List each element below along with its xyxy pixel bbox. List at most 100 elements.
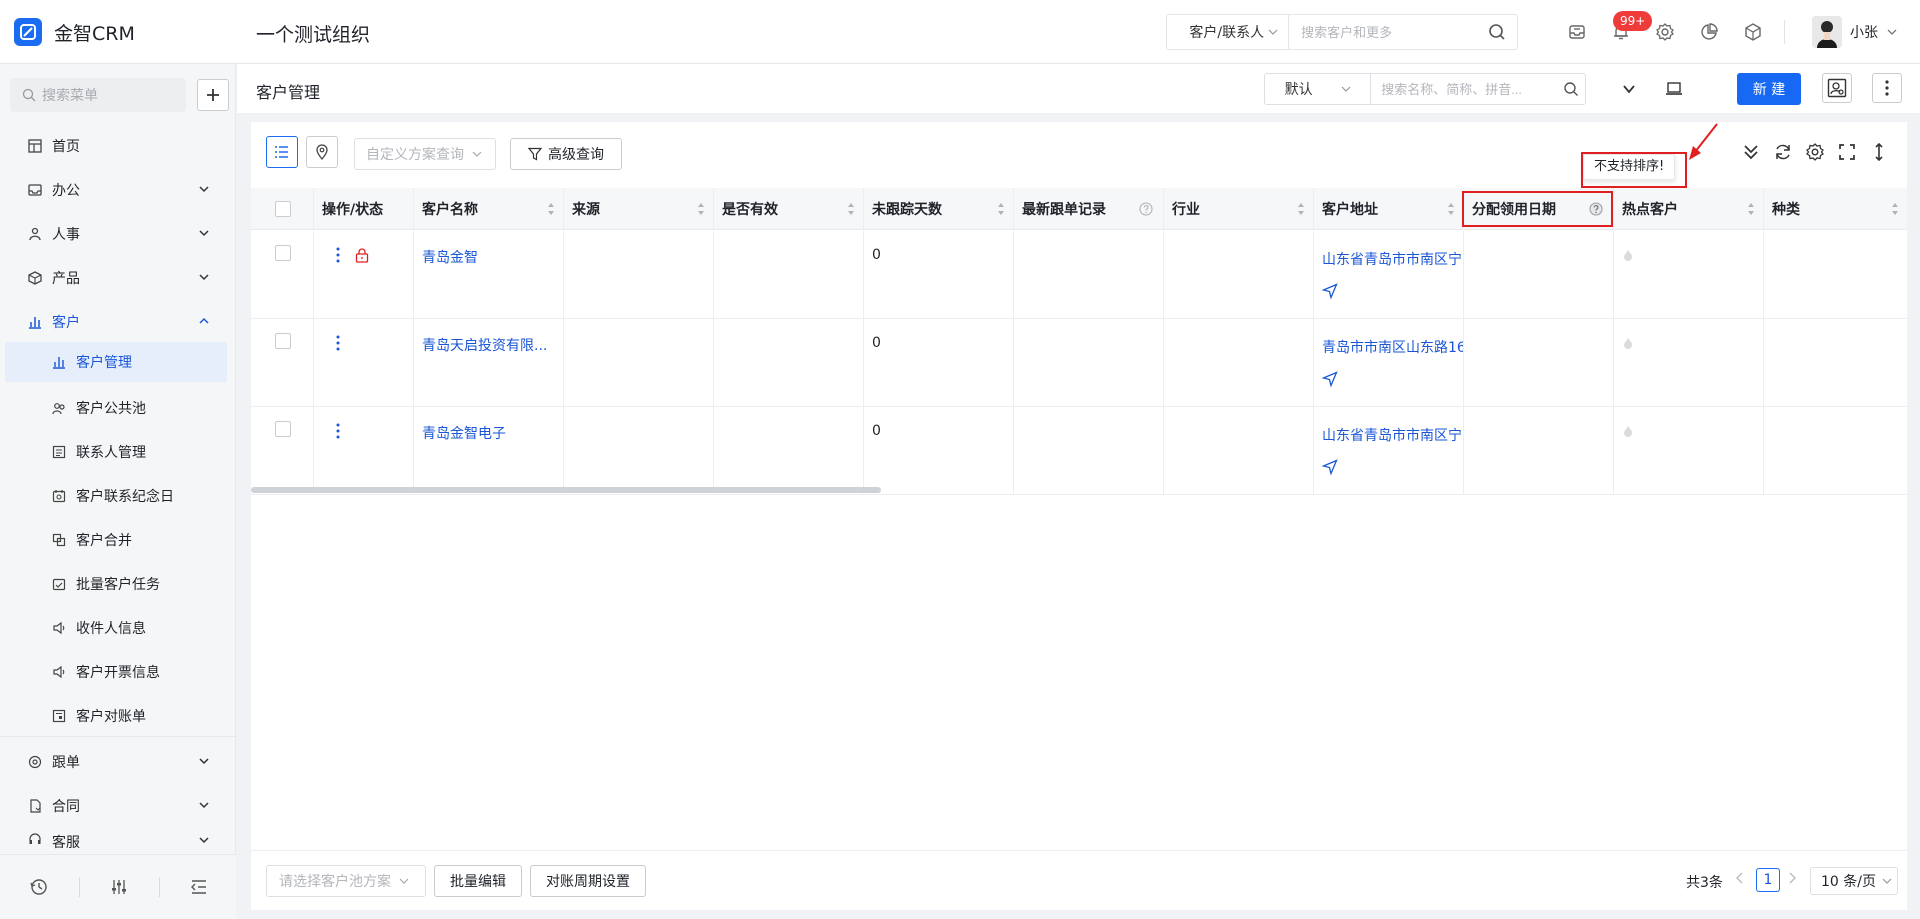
flame-icon[interactable] <box>1622 249 1634 261</box>
sort-icon[interactable] <box>1891 202 1899 216</box>
sidebar-item-merge[interactable]: 客户合并 <box>0 518 236 562</box>
send-location-icon[interactable] <box>1322 283 1338 299</box>
sidebar-item-batch-task[interactable]: 批量客户任务 <box>0 562 236 606</box>
refresh-icon[interactable] <box>1773 142 1793 162</box>
sort-icon[interactable] <box>1297 202 1305 216</box>
sidebar-item-office[interactable]: 办公 <box>0 168 236 212</box>
sliders-icon[interactable] <box>109 877 129 897</box>
list-view-button[interactable] <box>266 136 298 168</box>
send-location-icon[interactable] <box>1322 459 1338 475</box>
search-icon[interactable] <box>1557 74 1585 104</box>
sidebar-item-contacts[interactable]: 联系人管理 <box>0 430 236 474</box>
monitor-icon[interactable] <box>1665 80 1683 98</box>
add-menu-button[interactable] <box>197 79 229 111</box>
map-view-button[interactable] <box>306 136 338 168</box>
view-select[interactable]: 默认 <box>1265 74 1372 104</box>
top-bar: 金智CRM 一个测试组织 客户/联系人 99+ 小张 <box>0 0 1920 64</box>
user-search-button[interactable] <box>1822 73 1852 103</box>
address-link[interactable]: 山东省青岛市市南区宁 <box>1322 425 1462 445</box>
sort-icon[interactable] <box>1447 202 1455 216</box>
sort-icon[interactable] <box>1747 202 1755 216</box>
column-header-customer-name[interactable]: 客户名称 <box>414 188 564 230</box>
horizontal-scrollbar[interactable] <box>251 487 881 493</box>
history-icon[interactable] <box>29 877 49 897</box>
untracked-days-value: 0 <box>872 423 881 439</box>
sidebar-item-product[interactable]: 产品 <box>0 256 236 300</box>
search-icon[interactable] <box>1477 15 1517 49</box>
sidebar-item-customer-management[interactable]: 客户管理 <box>5 342 227 382</box>
new-button[interactable]: 新 建 <box>1737 73 1801 105</box>
customer-name-link[interactable]: 青岛金智电子 <box>422 423 506 443</box>
sort-icon[interactable] <box>547 202 555 216</box>
address-link[interactable]: 山东省青岛市市南区宁 <box>1322 249 1462 269</box>
page-number-current[interactable]: 1 <box>1756 868 1780 892</box>
sidebar-item-invoice[interactable]: 客户开票信息 <box>0 650 236 694</box>
column-header-latest-followup[interactable]: 最新跟单记录 <box>1014 188 1164 230</box>
column-settings-icon[interactable] <box>1805 142 1825 162</box>
collapse-all-icon[interactable] <box>1741 142 1761 162</box>
collapse-menu-icon[interactable] <box>189 877 209 897</box>
sidebar-item-service[interactable]: 客服 <box>0 828 236 854</box>
next-page-icon[interactable] <box>1788 871 1798 885</box>
customer-name-link[interactable]: 青岛金智 <box>422 247 478 267</box>
column-header-valid[interactable]: 是否有效 <box>714 188 864 230</box>
page-size-select[interactable]: 10 条/页 <box>1810 867 1898 895</box>
period-settings-button[interactable]: 对账周期设置 <box>530 865 646 897</box>
sidebar-item-recipients[interactable]: 收件人信息 <box>0 606 236 650</box>
row-checkbox[interactable] <box>275 245 291 261</box>
more-vertical-icon[interactable] <box>336 335 340 351</box>
row-checkbox[interactable] <box>275 421 291 437</box>
sidebar-item-customer-pool[interactable]: 客户公共池 <box>0 386 236 430</box>
prev-page-icon[interactable] <box>1734 871 1744 885</box>
customer-search-input[interactable] <box>1371 74 1558 104</box>
sort-icon[interactable] <box>697 202 705 216</box>
help-icon[interactable] <box>1139 202 1153 216</box>
select-all-checkbox[interactable] <box>275 201 291 217</box>
row-checkbox[interactable] <box>275 333 291 349</box>
settings-icon[interactable] <box>1655 22 1675 42</box>
sort-icon[interactable] <box>847 202 855 216</box>
table-row[interactable]: 青岛金智电子 0 山东省青岛市市南区宁 <box>251 407 1907 495</box>
pie-chart-icon[interactable] <box>1699 22 1719 42</box>
brand[interactable]: 金智CRM <box>14 18 135 46</box>
column-header-category[interactable]: 种类 <box>1764 188 1907 230</box>
menu-search-input[interactable] <box>42 87 182 103</box>
sidebar-item-hr[interactable]: 人事 <box>0 212 236 256</box>
table-row[interactable]: 青岛天启投资有限... 0 青岛市市南区山东路16 <box>251 319 1907 407</box>
sidebar-item-home[interactable]: 首页 <box>0 124 236 168</box>
column-header-industry[interactable]: 行业 <box>1164 188 1314 230</box>
fullscreen-icon[interactable] <box>1837 142 1857 162</box>
cube-icon[interactable] <box>1743 22 1763 42</box>
more-vertical-icon[interactable] <box>336 423 340 439</box>
inbox-icon[interactable] <box>1567 22 1587 42</box>
document-icon <box>28 799 42 813</box>
address-link[interactable]: 青岛市市南区山东路16 <box>1322 337 1463 357</box>
send-location-icon[interactable] <box>1322 371 1338 387</box>
column-header-hot-customer[interactable]: 热点客户 <box>1614 188 1764 230</box>
sidebar-item-anniversary[interactable]: 客户联系纪念日 <box>0 474 236 518</box>
sidebar-item-followup[interactable]: 跟单 <box>0 740 236 784</box>
search-scope-select[interactable]: 客户/联系人 <box>1167 15 1290 49</box>
customer-pool-select[interactable]: 请选择客户池方案 <box>266 865 426 897</box>
batch-edit-button[interactable]: 批量编辑 <box>434 865 522 897</box>
custom-scheme-select[interactable]: 自定义方案查询 <box>354 138 496 170</box>
sidebar-item-contract[interactable]: 合同 <box>0 784 236 828</box>
user-menu[interactable]: 小张 <box>1812 16 1898 48</box>
more-vertical-icon[interactable] <box>336 247 340 263</box>
customer-name-link[interactable]: 青岛天启投资有限... <box>422 335 547 355</box>
table-row[interactable]: 青岛金智 0 山东省青岛市市南区宁 <box>251 231 1907 319</box>
more-options-button[interactable] <box>1872 73 1902 103</box>
sidebar-item-statement[interactable]: 客户对账单 <box>0 694 236 738</box>
column-header-untracked-days[interactable]: 未跟踪天数 <box>864 188 1014 230</box>
row-height-icon[interactable] <box>1869 142 1889 162</box>
expand-search-chevron-icon[interactable] <box>1622 82 1636 96</box>
flame-icon[interactable] <box>1622 337 1634 349</box>
advanced-query-button[interactable]: 高级查询 <box>510 138 622 170</box>
column-header-address[interactable]: 客户地址 <box>1314 188 1464 230</box>
column-header-actions: 操作/状态 <box>314 188 414 230</box>
sidebar-item-customer[interactable]: 客户 <box>0 300 236 344</box>
column-header-source[interactable]: 来源 <box>564 188 714 230</box>
sort-icon[interactable] <box>997 202 1005 216</box>
global-search-input[interactable] <box>1289 15 1478 49</box>
flame-icon[interactable] <box>1622 425 1634 437</box>
